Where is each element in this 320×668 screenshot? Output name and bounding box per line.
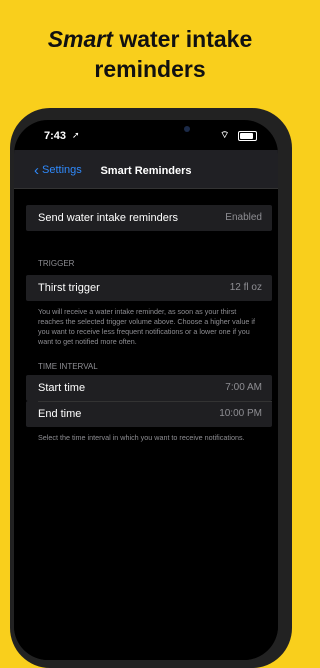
location-arrow-icon: ➚ — [72, 130, 80, 140]
page-title: Smart Reminders — [100, 165, 192, 177]
battery-icon — [238, 131, 257, 141]
navigation-bar: ‹ Settings Smart Reminders — [14, 150, 278, 189]
thirst-trigger-value: 12 fl oz — [229, 282, 262, 293]
phone-screen: 7:43 ➚ ⌔ ‹ Settings Smart Reminders Send… — [14, 120, 278, 660]
status-time: 7:43 — [44, 130, 67, 142]
camera-dot — [184, 126, 190, 132]
send-reminders-value: Enabled — [225, 212, 262, 223]
time-interval-footer-text: Select the time interval in which you wa… — [38, 433, 245, 442]
end-time-value: 10:00 PM — [219, 408, 262, 419]
thirst-trigger-label: Thirst trigger — [38, 282, 100, 294]
notch — [84, 120, 208, 140]
thirst-trigger-row[interactable]: Thirst trigger 12 fl oz — [26, 275, 272, 301]
section-header-trigger: TRIGGER — [38, 259, 75, 268]
trigger-footer-text: You will receive a water intake reminder… — [38, 307, 255, 346]
start-time-row[interactable]: Start time 7:00 AM — [26, 375, 272, 401]
wifi-icon: ⌔ — [220, 130, 230, 141]
settings-list: Send water intake reminders Enabled TRIG… — [14, 189, 278, 660]
start-time-value: 7:00 AM — [225, 382, 262, 393]
headline-rest: water intake — [119, 26, 253, 52]
send-reminders-row[interactable]: Send water intake reminders Enabled — [26, 205, 272, 231]
end-time-label: End time — [38, 408, 82, 420]
headline-line2: reminders — [94, 56, 206, 82]
send-reminders-label: Send water intake reminders — [38, 212, 179, 224]
start-time-label: Start time — [38, 382, 86, 394]
headline-emphasis: Smart — [47, 26, 113, 52]
promo-headline: Smart water intake reminders — [0, 24, 300, 84]
section-header-time-interval: TIME INTERVAL — [38, 362, 98, 371]
end-time-row[interactable]: End time 10:00 PM — [26, 401, 272, 427]
